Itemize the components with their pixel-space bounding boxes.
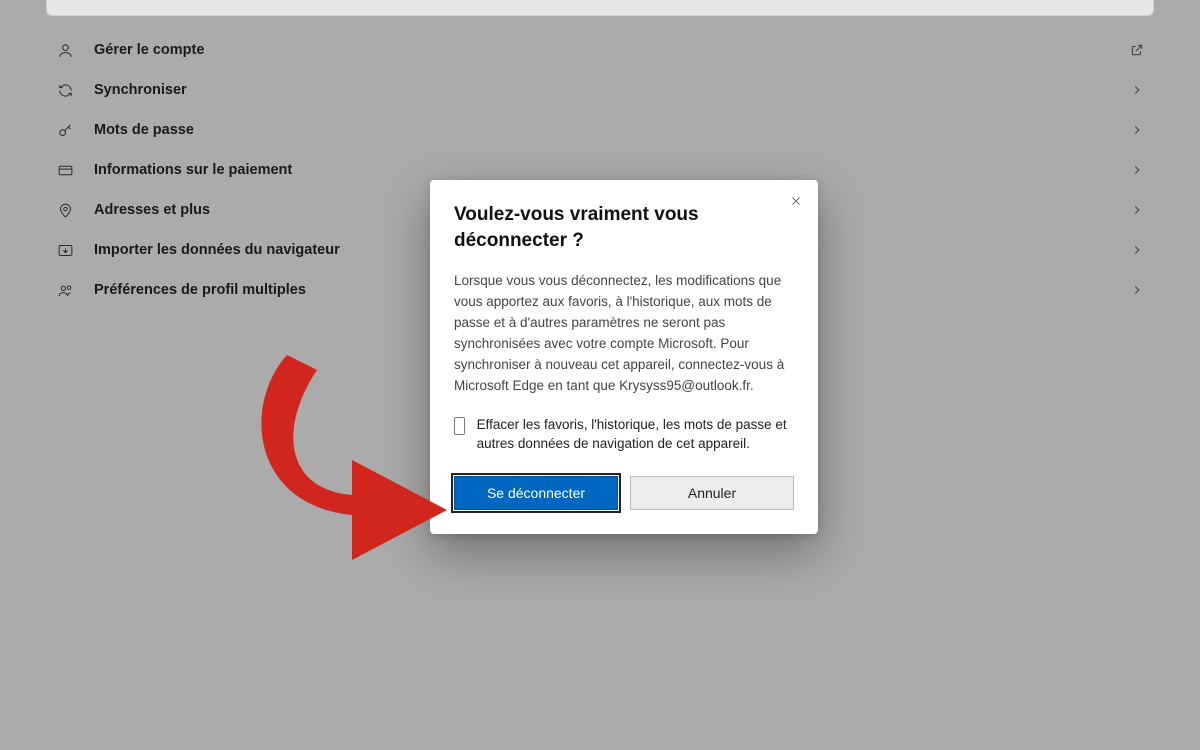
cancel-button[interactable]: Annuler [630,476,794,510]
clear-data-checkbox[interactable] [454,417,465,435]
clear-data-label: Effacer les favoris, l'historique, les m… [477,415,794,454]
dialog-title: Voulez-vous vraiment vous déconnecter ? [454,202,794,253]
clear-data-checkbox-row[interactable]: Effacer les favoris, l'historique, les m… [454,415,794,454]
signout-dialog: Voulez-vous vraiment vous déconnecter ? … [430,180,818,534]
dialog-body: Lorsque vous vous déconnectez, les modif… [454,271,794,397]
modal-overlay: Voulez-vous vraiment vous déconnecter ? … [0,0,1200,750]
dialog-button-row: Se déconnecter Annuler [454,476,794,510]
close-icon [790,195,802,210]
close-button[interactable] [784,190,808,214]
signout-button[interactable]: Se déconnecter [454,476,618,510]
